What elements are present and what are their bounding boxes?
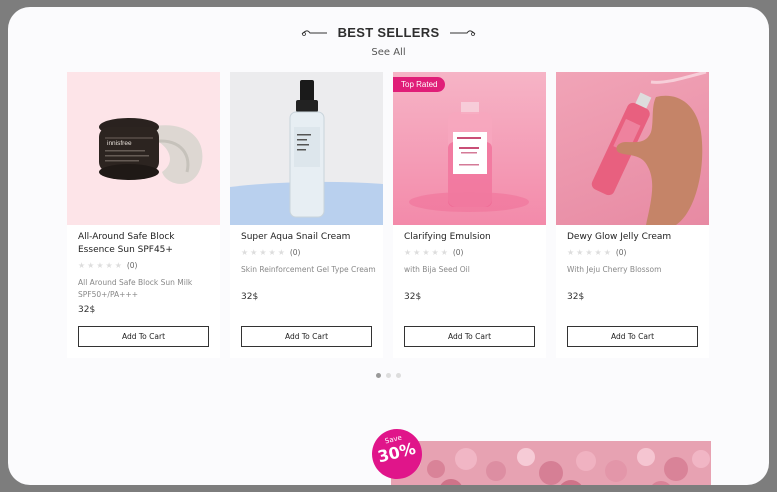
product-description: Skin Reinforcement Gel Type Cream	[241, 265, 376, 274]
product-image[interactable]: Top Rated	[393, 72, 546, 225]
product-image[interactable]: innisfree	[67, 72, 220, 225]
star-icon: ★	[250, 248, 258, 257]
promo-banner-image[interactable]	[391, 441, 711, 485]
flowers-image	[391, 441, 711, 485]
title-row: BEST SELLERS	[8, 25, 769, 40]
star-icon: ★	[594, 248, 602, 257]
star-icon: ★	[277, 248, 285, 257]
product-card[interactable]: innisfree All-Around Safe Block Essence …	[67, 72, 220, 358]
product-name[interactable]: Super Aqua Snail Cream	[241, 231, 377, 244]
product-card[interactable]: Top Rated Clarifying Emulsion ★ ★ ★ ★ ★ (0) …	[393, 72, 546, 358]
star-icon: ★	[259, 248, 267, 257]
star-icon: ★	[440, 248, 448, 257]
page: BEST SELLERS See All innisfree All-Aroun…	[8, 7, 769, 485]
product-image[interactable]	[556, 72, 709, 225]
top-rated-badge: Top Rated	[393, 77, 446, 92]
right-ornament-icon	[450, 29, 476, 36]
star-icon: ★	[96, 261, 104, 270]
add-to-cart-button[interactable]: Add To Cart	[567, 326, 698, 347]
add-to-cart-button[interactable]: Add To Cart	[241, 326, 372, 347]
product-card[interactable]: Dewy Glow Jelly Cream ★ ★ ★ ★ ★ (0) With Jej…	[556, 72, 709, 358]
star-icon: ★	[241, 248, 249, 257]
star-rating: ★ ★ ★ ★ ★ (0)	[567, 248, 626, 257]
product-price: 32$	[78, 305, 96, 315]
rating-count: (0)	[615, 248, 627, 257]
emulsion-bottle-image	[409, 102, 529, 212]
product-name[interactable]: All-Around Safe Block Essence Sun SPF45+	[78, 231, 214, 257]
product-price: 32$	[241, 292, 259, 302]
star-icon: ★	[431, 248, 439, 257]
product-price: 32$	[567, 292, 585, 302]
see-all-link[interactable]: See All	[371, 47, 405, 58]
pagination-dot[interactable]	[396, 373, 401, 378]
product-card[interactable]: Super Aqua Snail Cream ★ ★ ★ ★ ★ (0) Skin Re…	[230, 72, 383, 358]
pagination-dot[interactable]	[376, 373, 381, 378]
pagination-dot[interactable]	[386, 373, 391, 378]
star-icon: ★	[567, 248, 575, 257]
star-icon: ★	[78, 261, 86, 270]
rating-count: (0)	[452, 248, 464, 257]
rating-count: (0)	[126, 261, 138, 270]
star-icon: ★	[404, 248, 412, 257]
star-icon: ★	[87, 261, 95, 270]
product-name[interactable]: Dewy Glow Jelly Cream	[567, 231, 703, 244]
add-to-cart-button[interactable]: Add To Cart	[404, 326, 535, 347]
add-to-cart-button[interactable]: Add To Cart	[78, 326, 209, 347]
star-icon: ★	[105, 261, 113, 270]
spray-bottle-hand-image	[591, 72, 707, 225]
product-price: 32$	[404, 292, 422, 302]
product-carousel: innisfree All-Around Safe Block Essence …	[67, 72, 709, 358]
snail-cream-bottle-image	[230, 80, 383, 225]
star-icon: ★	[268, 248, 276, 257]
section-title: BEST SELLERS	[337, 25, 440, 40]
star-icon: ★	[114, 261, 122, 270]
product-description: All Around Safe Block Sun Milk SPF50+/PA…	[78, 278, 193, 299]
product-description: with Bija Seed Oil	[404, 265, 470, 274]
section-header: BEST SELLERS See All	[8, 25, 769, 59]
star-icon: ★	[603, 248, 611, 257]
jar-brand-label: innisfree	[107, 140, 132, 147]
star-icon: ★	[422, 248, 430, 257]
product-description: With Jeju Cherry Blossom	[567, 265, 662, 274]
star-icon: ★	[413, 248, 421, 257]
star-icon: ★	[576, 248, 584, 257]
star-rating: ★ ★ ★ ★ ★ (0)	[241, 248, 300, 257]
star-icon: ★	[585, 248, 593, 257]
product-image[interactable]	[230, 72, 383, 225]
rating-count: (0)	[289, 248, 301, 257]
window-frame: BEST SELLERS See All innisfree All-Aroun…	[0, 0, 777, 492]
left-ornament-icon	[301, 29, 327, 36]
star-rating: ★ ★ ★ ★ ★ (0)	[404, 248, 463, 257]
product-name[interactable]: Clarifying Emulsion	[404, 231, 540, 244]
sunscreen-jar-image: innisfree	[99, 118, 203, 184]
carousel-pagination	[8, 373, 769, 378]
star-rating: ★ ★ ★ ★ ★ (0)	[78, 261, 137, 270]
